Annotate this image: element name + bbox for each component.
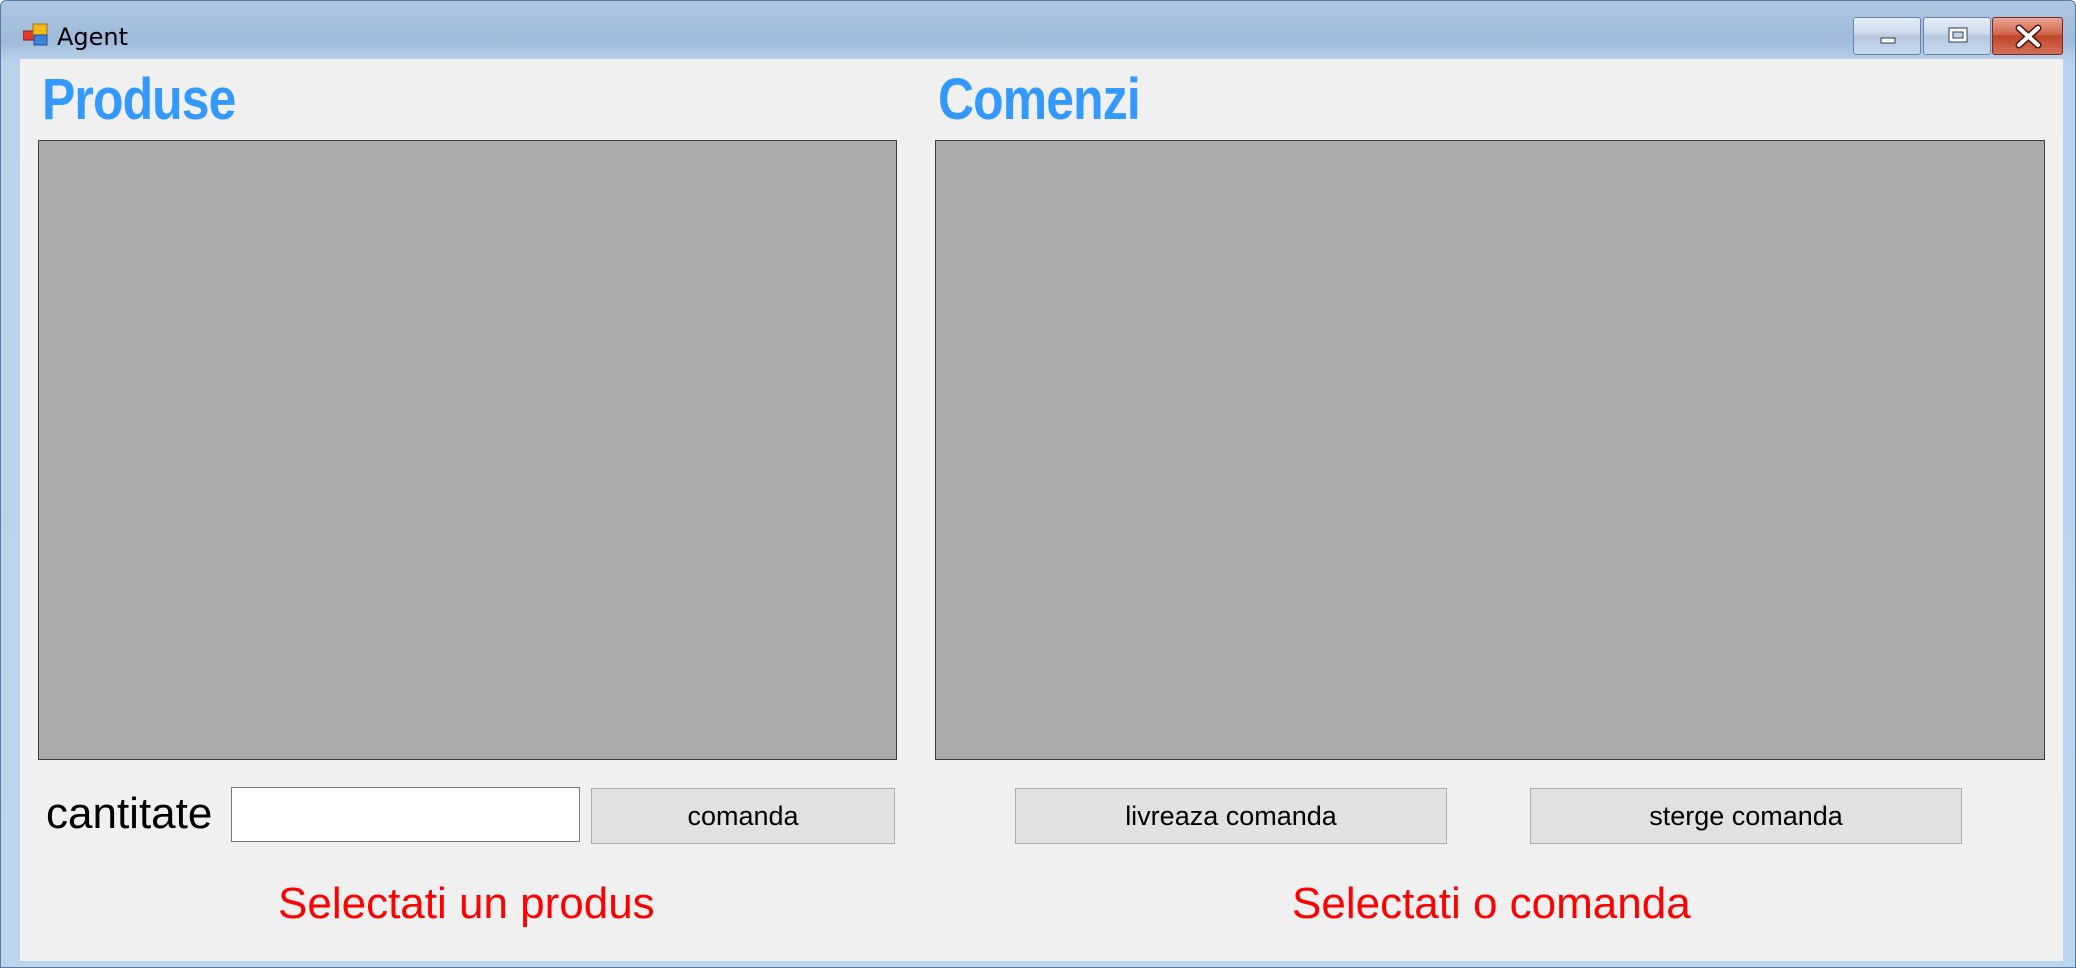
client-area: Produse Comenzi cantitate comanda livrea… bbox=[20, 59, 2063, 961]
app-window: Agent Produse Comenzi cantitate comanda bbox=[0, 0, 2076, 968]
orders-grid[interactable] bbox=[935, 140, 2045, 760]
delete-order-button[interactable]: sterge comanda bbox=[1530, 788, 1962, 844]
maximize-button[interactable] bbox=[1923, 17, 1991, 55]
maximize-icon bbox=[1948, 27, 1968, 43]
products-grid[interactable] bbox=[38, 140, 897, 760]
produse-heading: Produse bbox=[42, 67, 236, 132]
minimize-button[interactable] bbox=[1853, 17, 1921, 55]
window-title: Agent bbox=[57, 23, 129, 51]
deliver-order-button[interactable]: livreaza comanda bbox=[1015, 788, 1447, 844]
close-icon bbox=[2015, 24, 2042, 49]
quantity-label: cantitate bbox=[46, 789, 213, 838]
app-icon bbox=[22, 23, 51, 47]
order-button[interactable]: comanda bbox=[591, 788, 895, 844]
title-bar[interactable]: Agent bbox=[1, 1, 2075, 59]
order-status-message: Selectati o comanda bbox=[1292, 879, 1691, 928]
product-status-message: Selectati un produs bbox=[278, 879, 655, 928]
minimize-icon bbox=[1880, 37, 1896, 44]
quantity-input[interactable] bbox=[231, 787, 580, 842]
comenzi-heading: Comenzi bbox=[938, 67, 1141, 132]
close-button[interactable] bbox=[1992, 17, 2063, 55]
